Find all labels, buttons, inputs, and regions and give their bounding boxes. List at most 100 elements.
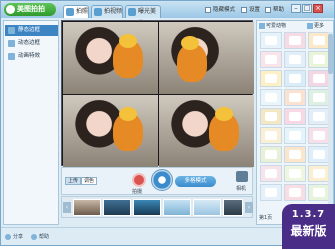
frame-thumbnail[interactable]: [284, 165, 306, 182]
app-logo: 美图拍拍: [4, 3, 56, 16]
frame-thumbnail[interactable]: [284, 108, 306, 125]
sidebar-item-label: 静态边框: [18, 27, 41, 33]
filmstrip: ‹ ›: [61, 196, 253, 218]
frame-thumbnail[interactable]: [260, 146, 282, 163]
record-icon[interactable]: [132, 173, 146, 187]
sidebar-item-label: 动画特效: [18, 53, 41, 59]
tab-cute-animals[interactable]: 可爱动物: [259, 22, 286, 30]
frame-icon: [8, 27, 15, 34]
frame-window: [313, 74, 325, 83]
photo-thumbnail[interactable]: [103, 199, 131, 216]
frame-window: [289, 55, 301, 64]
frame-thumbnail[interactable]: [260, 165, 282, 182]
toy-shape: [181, 36, 199, 50]
frame-gallery-panel: 可爱动物 更多 第1页: [256, 20, 334, 225]
settings-option[interactable]: 设置: [241, 6, 260, 14]
photo-thumbnail[interactable]: [163, 199, 191, 216]
tab-photo[interactable]: 拍照: [63, 5, 89, 18]
frame-thumbnail[interactable]: [308, 89, 330, 106]
sidebar-item-label: 动态边框: [18, 40, 41, 46]
frame-window: [313, 169, 325, 178]
scrollbar-thumb[interactable]: [328, 34, 333, 74]
app-logo-text: 美图拍拍: [17, 5, 45, 13]
frame-thumbnail[interactable]: [260, 89, 282, 106]
multi-grid-mode-button[interactable]: 多格模式: [175, 176, 216, 187]
hide-mode-label: 隐藏模式: [213, 7, 236, 13]
sidebar-item-static-frame[interactable]: 静态边框: [5, 25, 58, 36]
frame-thumbnail[interactable]: [284, 32, 306, 49]
scroll-right-button[interactable]: ›: [245, 202, 253, 213]
frame-thumbnail[interactable]: [308, 51, 330, 68]
frame-thumbnail[interactable]: [308, 184, 330, 201]
help-link[interactable]: 帮助: [31, 233, 49, 241]
help-option[interactable]: 帮助: [265, 6, 284, 14]
camera-settings-icon[interactable]: [236, 171, 248, 182]
frame-window: [265, 188, 277, 197]
frame-thumbnail[interactable]: [260, 108, 282, 125]
preview-cell: [159, 22, 254, 94]
frame-window: [265, 36, 277, 45]
frame-window: [289, 188, 301, 197]
frame-thumbnail[interactable]: [284, 184, 306, 201]
frame-window: [313, 36, 325, 45]
camera-preview[interactable]: [61, 20, 254, 167]
frame-window: [265, 74, 277, 83]
tab-beauty[interactable]: 曝光美发: [125, 5, 161, 27]
frame-thumbnail[interactable]: [284, 89, 306, 106]
gallery-scrollbar[interactable]: [328, 32, 333, 212]
frame-thumbnail[interactable]: [260, 127, 282, 144]
frame-thumbnail[interactable]: [260, 32, 282, 49]
tab-more[interactable]: 更多: [307, 22, 324, 30]
rtab-label: 可爱动物: [266, 23, 287, 29]
beauty-icon: [128, 8, 136, 16]
frame-thumbnail[interactable]: [260, 51, 282, 68]
tab-photo-label: 拍照: [76, 8, 89, 15]
help-icon: [31, 234, 37, 240]
frame-thumbnail[interactable]: [308, 70, 330, 87]
frame-thumbnail[interactable]: [308, 108, 330, 125]
frame-sidebar: 静态边框 动态边框 动画特效: [3, 20, 59, 225]
photo-thumbnail[interactable]: [223, 199, 243, 216]
frame-thumbnail[interactable]: [260, 184, 282, 201]
more-icon: [307, 23, 313, 29]
checkbox-box: [205, 7, 211, 13]
frame-thumbnail[interactable]: [308, 127, 330, 144]
frame-thumbnail[interactable]: [260, 70, 282, 87]
sidebar-item-animation[interactable]: 动画特效: [5, 51, 58, 62]
help-label: 帮助: [273, 7, 285, 13]
share-icon: [5, 234, 11, 240]
paw-icon: [259, 23, 265, 29]
hide-mode-checkbox[interactable]: 隐藏模式: [205, 6, 235, 14]
help-link-label: 帮助: [39, 234, 50, 240]
upload-toggle[interactable]: 上传: [65, 177, 82, 185]
logo-icon: [6, 5, 15, 14]
photo-thumbnail[interactable]: [73, 199, 101, 216]
photo-thumbnail[interactable]: [193, 199, 221, 216]
close-button[interactable]: ×: [313, 4, 323, 13]
preview-cell: [63, 22, 158, 94]
maximize-button[interactable]: □: [302, 4, 312, 13]
scroll-left-button[interactable]: ‹: [63, 202, 71, 213]
shoot-small-label: 拍摄: [132, 189, 143, 195]
frame-window: [289, 36, 301, 45]
frame-thumbnail[interactable]: [284, 127, 306, 144]
animation-icon: [8, 53, 15, 60]
frame-thumbnail[interactable]: [284, 70, 306, 87]
frame-thumbnail[interactable]: [308, 32, 330, 49]
frame-thumbnail[interactable]: [308, 146, 330, 163]
sidebar-item-dynamic-frame[interactable]: 动态边框: [5, 38, 58, 49]
frame-window: [265, 150, 277, 159]
shutter-button[interactable]: [151, 169, 173, 191]
frame-window: [265, 93, 277, 102]
mode-button-label: 多格模式: [184, 178, 207, 184]
frame-thumbnail[interactable]: [308, 165, 330, 182]
tab-video[interactable]: 拍视频: [91, 5, 123, 18]
minimize-button[interactable]: –: [291, 4, 301, 13]
frame-thumbnail[interactable]: [284, 51, 306, 68]
frame-thumbnail[interactable]: [284, 146, 306, 163]
share-link[interactable]: 分享: [5, 233, 23, 241]
color-toggle[interactable]: 调色: [81, 177, 98, 185]
frame-window: [265, 112, 277, 121]
photo-thumbnail[interactable]: [133, 199, 161, 216]
preview-cell: [159, 95, 254, 167]
